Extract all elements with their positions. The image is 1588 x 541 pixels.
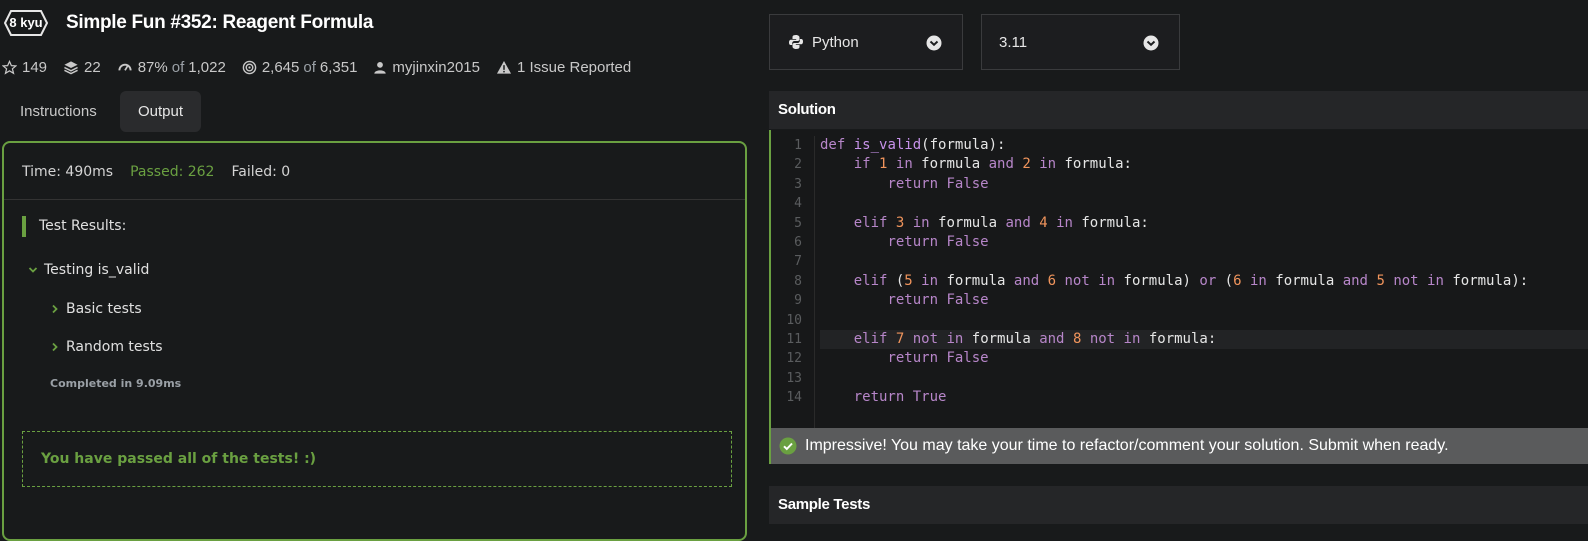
kata-stats: 149 22 87% of 1,022 2,645 of 6,351 myjin… <box>2 57 647 77</box>
code-line: def is_valid(formula): <box>820 137 1006 153</box>
rank-badge: 8 kyu <box>4 10 48 36</box>
chevron-down-icon <box>28 267 38 273</box>
chevron-down-icon <box>926 35 942 51</box>
line-number: 6 <box>794 234 802 250</box>
completed-time: Completed in 9.09ms <box>50 377 182 390</box>
code-line: return True <box>853 389 947 406</box>
line-number: 2 <box>794 157 802 173</box>
line-number: 8 <box>794 273 802 289</box>
solution-status-bar: Impressive! You may take your time to re… <box>769 428 1588 464</box>
code-line: return False <box>887 233 989 250</box>
kata-title[interactable]: Simple Fun #352: Reagent Formula <box>66 12 373 34</box>
code-line: if 1 in formula and 2 in formula: <box>853 156 1132 173</box>
code-line: elif (5 in formula and 6 not in formula)… <box>853 272 1529 289</box>
author-stat[interactable]: myjinxin2015 <box>373 59 480 76</box>
line-number: 9 <box>794 293 802 309</box>
satisfaction-of: of <box>171 58 185 76</box>
test-label: Random tests <box>66 339 163 355</box>
line-number: 10 <box>786 312 802 328</box>
line-number: 3 <box>794 176 802 192</box>
pass-message-box: You have passed all of the tests! :) <box>22 431 732 487</box>
solution-header: Solution <box>769 91 1588 129</box>
attempted-count: 6,351 <box>319 58 358 76</box>
author-name: myjinxin2015 <box>392 58 480 76</box>
sample-tests-header: Sample Tests <box>769 486 1588 524</box>
language-select[interactable]: Python <box>769 14 963 70</box>
passed-count: Passed: 262 <box>130 164 215 180</box>
stars-count: 149 <box>22 58 48 76</box>
tab-output[interactable]: Output <box>120 91 202 132</box>
chevron-down-icon <box>1143 35 1159 51</box>
satisfaction-pct: 87% <box>137 58 168 76</box>
status-message: Impressive! You may take your time to re… <box>805 437 1449 454</box>
line-number: 1 <box>794 138 802 153</box>
time-label: Time: 490ms <box>22 164 114 180</box>
language-value: Python <box>812 33 859 51</box>
code-lines[interactable]: def is_valid(formula): if 1 in formula a… <box>820 136 1588 407</box>
code-line: return False <box>887 175 989 192</box>
test-row-random[interactable]: Random tests <box>50 339 163 355</box>
code-line: elif 3 in formula and 4 in formula: <box>853 214 1149 231</box>
version-value: 3.11 <box>999 33 1028 51</box>
pass-message: You have passed all of the tests! :) <box>41 451 317 467</box>
layers-icon <box>64 60 78 74</box>
output-panel: Time: 490ms Passed: 262 Failed: 0 Test R… <box>2 141 747 541</box>
line-number: 7 <box>794 254 802 270</box>
code-line: return False <box>887 292 989 309</box>
line-number: 5 <box>794 215 802 231</box>
test-label: Basic tests <box>66 301 142 317</box>
gauge-icon <box>118 63 132 71</box>
line-number: 13 <box>786 370 802 386</box>
line-number-gutter: 1 2 3 4 5 6 7 8 9 10 11 12 13 14 <box>771 136 815 428</box>
satisfaction-stat: 87% of 1,022 <box>117 59 226 76</box>
rank-label: 8 kyu <box>9 15 43 30</box>
test-summary: Time: 490ms Passed: 262 Failed: 0 <box>22 164 290 180</box>
star-icon <box>2 59 17 75</box>
test-group-row[interactable]: Testing is_valid <box>28 262 149 278</box>
results-accent-bar <box>22 216 26 237</box>
chevron-right-icon <box>52 342 58 352</box>
version-select[interactable]: 3.11 <box>981 14 1180 70</box>
warning-icon <box>496 60 511 74</box>
test-row-basic[interactable]: Basic tests <box>50 301 142 317</box>
collections-count: 22 <box>84 58 101 76</box>
code-line-active: elif 7 not in formula and 8 not in formu… <box>820 329 1588 350</box>
completions-stat: 2,645 of 6,351 <box>242 58 358 76</box>
collections-stat[interactable]: 22 <box>63 59 101 76</box>
test-results-heading: Test Results: <box>39 218 127 234</box>
line-number: 4 <box>794 196 802 212</box>
line-number: 14 <box>786 390 802 406</box>
test-group-label: Testing is_valid <box>44 262 150 278</box>
line-number: 11 <box>786 331 802 347</box>
failed-count: Failed: 0 <box>231 164 291 180</box>
code-editor[interactable]: 1 2 3 4 5 6 7 8 9 10 11 12 13 14 def is_… <box>769 130 1588 428</box>
user-icon <box>374 61 387 74</box>
chevron-right-icon <box>52 304 58 314</box>
issues-stat[interactable]: 1 Issue Reported <box>496 59 631 76</box>
completed-of: of <box>303 58 316 76</box>
code-line: return False <box>887 350 989 367</box>
line-number: 12 <box>786 351 802 367</box>
tab-instructions[interactable]: Instructions <box>2 91 115 132</box>
python-icon <box>789 35 803 49</box>
issues-text: 1 Issue Reported <box>516 58 632 76</box>
target-icon <box>242 60 257 74</box>
summary-divider <box>4 199 745 200</box>
satisfaction-votes: 1,022 <box>188 58 226 76</box>
stars-stat[interactable]: 149 <box>2 59 47 76</box>
completed-count: 2,645 <box>261 58 300 76</box>
check-circle-icon <box>779 437 797 455</box>
